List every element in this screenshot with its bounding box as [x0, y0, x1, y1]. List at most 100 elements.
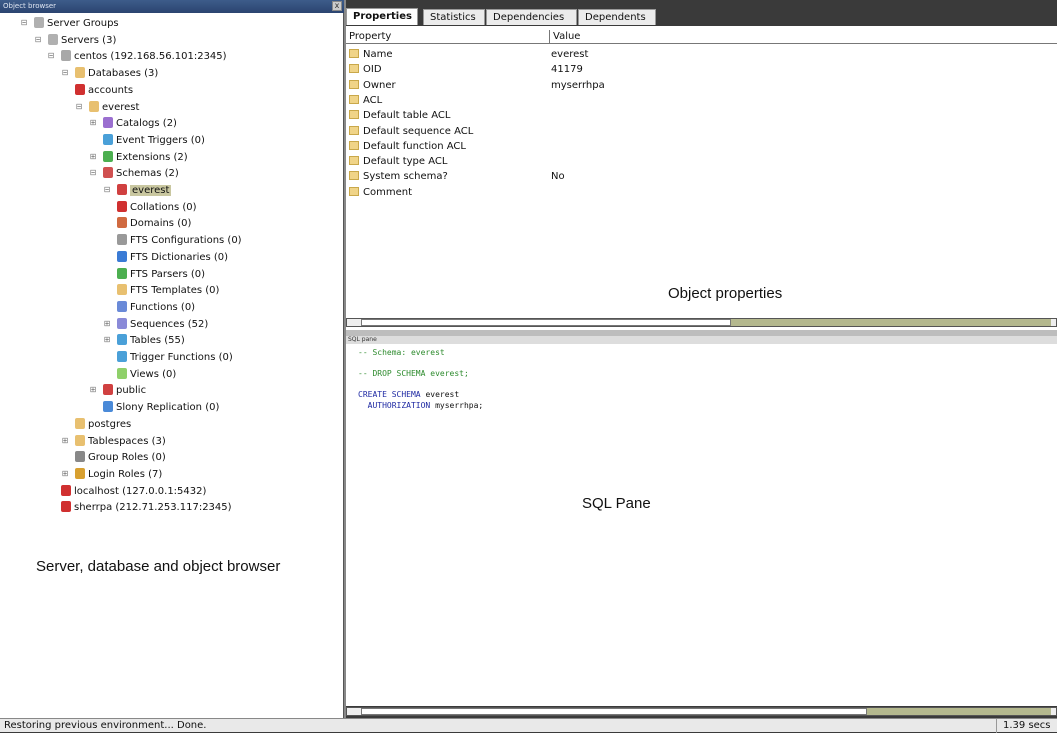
value-column-header[interactable]: Value	[550, 30, 1057, 44]
expand-icon[interactable]: ⊞	[103, 319, 111, 328]
property-name: Default sequence ACL	[349, 124, 473, 139]
properties-header: Property Value	[346, 30, 1057, 44]
property-row[interactable]: System schema? No	[346, 169, 1057, 184]
extensions-icon	[103, 150, 113, 162]
tree-node[interactable]: ⊞ Catalogs (2)	[89, 116, 177, 132]
tree-node[interactable]: ⊞ public	[89, 383, 146, 399]
expand-icon[interactable]: ⊞	[89, 119, 97, 127]
tree-node[interactable]: ⊟ Servers (3)	[34, 33, 116, 49]
tablespaces-icon	[75, 434, 85, 446]
tree-node[interactable]: Functions (0)	[117, 300, 195, 316]
schemas-icon	[103, 167, 113, 179]
tree-node-label: FTS Templates (0)	[130, 285, 220, 297]
property-row[interactable]: Owner myserrhpa	[346, 78, 1057, 93]
tree-node-label: Event Triggers (0)	[116, 134, 205, 146]
property-row[interactable]: OID 41179	[346, 62, 1057, 77]
tree-node[interactable]: FTS Dictionaries (0)	[117, 250, 228, 266]
tree-node[interactable]: accounts	[75, 83, 133, 99]
expand-icon[interactable]: ⊞	[89, 152, 97, 161]
tree-node[interactable]: Collations (0)	[117, 200, 197, 216]
collapse-icon[interactable]: ⊟	[34, 35, 42, 44]
servers-icon	[48, 33, 58, 45]
tree-node[interactable]: Domains (0)	[117, 216, 191, 232]
collapse-icon[interactable]: ⊟	[103, 186, 111, 194]
tree-node[interactable]: ⊟ Server Groups	[20, 16, 119, 32]
property-name-text: System schema?	[363, 171, 448, 183]
tree-node-label: Catalogs (2)	[116, 118, 177, 130]
expand-icon[interactable]: ⊞	[89, 386, 97, 394]
property-column-header[interactable]: Property	[346, 30, 550, 44]
tree-node[interactable]: localhost (127.0.0.1:5432)	[61, 484, 206, 500]
property-name-text: Default function ACL	[363, 140, 466, 152]
collapse-icon[interactable]: ⊟	[20, 19, 28, 27]
login-roles-icon	[75, 467, 85, 479]
tree-node-label: Trigger Functions (0)	[130, 352, 233, 363]
databases-icon	[75, 67, 85, 79]
sql-horizontal-scrollbar[interactable]	[346, 707, 1057, 716]
property-row[interactable]: Name everest	[346, 47, 1057, 62]
object-browser-title: Object browser x	[0, 0, 344, 13]
tab-dependencies[interactable]: Dependencies	[486, 9, 577, 25]
tree-node-label: postgres	[88, 418, 132, 430]
collapse-icon[interactable]: ⊟	[61, 69, 69, 77]
tree-node[interactable]: Slony Replication (0)	[103, 400, 219, 416]
status-text: Restoring previous environment... Done.	[4, 720, 207, 731]
expand-icon[interactable]: ⊞	[103, 336, 111, 344]
property-name: ACL	[349, 93, 382, 108]
tree-node[interactable]: Group Roles (0)	[75, 450, 166, 466]
property-row[interactable]: Default table ACL	[346, 108, 1057, 123]
collations-icon	[117, 200, 127, 212]
collapse-icon[interactable]: ⊟	[89, 169, 97, 177]
status-bar: Restoring previous environment... Done. …	[0, 718, 1057, 733]
sql-line: -- Schema: everest	[358, 348, 445, 358]
tree-node[interactable]: Trigger Functions (0)	[117, 350, 233, 366]
collapse-icon[interactable]: ⊟	[75, 102, 83, 111]
properties-horizontal-scrollbar[interactable]	[346, 318, 1057, 327]
sql-pane[interactable]: -- Schema: everest -- DROP SCHEMA everest…	[346, 344, 1057, 706]
tree-node[interactable]: ⊞ Login Roles (7)	[61, 467, 162, 483]
fts-templates-icon	[117, 284, 127, 296]
event-triggers-icon	[103, 133, 113, 145]
expand-icon[interactable]: ⊞	[61, 436, 69, 445]
tree-node-label: FTS Dictionaries (0)	[130, 251, 229, 263]
tree-node[interactable]: ⊟ everest	[75, 100, 139, 116]
tree-node[interactable]: FTS Parsers (0)	[117, 267, 205, 283]
property-name-text: ACL	[363, 94, 383, 106]
tree-node[interactable]: ⊟ everest	[103, 183, 172, 199]
tree-node[interactable]: ⊟ Databases (3)	[61, 66, 158, 82]
object-browser-title-text: Object browser	[3, 2, 57, 10]
tree-node[interactable]: ⊞ Sequences (52)	[103, 317, 208, 333]
sql-line: AUTHORIZATION myserrhpa;	[358, 401, 484, 411]
fts-dictionaries-icon	[117, 250, 127, 262]
properties-tab-bar: Properties Statistics Dependencies Depen…	[346, 8, 1057, 25]
sql-comment: -- Schema: everest	[358, 348, 445, 357]
property-icon	[349, 110, 359, 120]
property-value: myserrhpa	[551, 79, 605, 91]
expand-icon[interactable]: ⊞	[61, 469, 69, 478]
tree-node[interactable]: ⊟ centos (192.168.56.101:2345)	[47, 49, 227, 65]
property-icon	[349, 94, 359, 104]
close-icon[interactable]: x	[332, 1, 342, 11]
tree-node-label: Extensions (2)	[116, 151, 188, 163]
property-row[interactable]: Comment	[346, 185, 1057, 200]
tree-node[interactable]: ⊟ Schemas (2)	[89, 166, 179, 182]
tree-node[interactable]: ⊞ Tablespaces (3)	[61, 434, 166, 450]
collapse-icon[interactable]: ⊟	[47, 52, 55, 60]
tree-node[interactable]: ⊞ Tables (55)	[103, 333, 185, 349]
property-row[interactable]: ACL	[346, 93, 1057, 108]
property-row[interactable]: Default function ACL	[346, 139, 1057, 154]
tree-node[interactable]: ⊞ Extensions (2)	[89, 150, 188, 166]
sql-line: CREATE SCHEMA everest	[358, 390, 459, 400]
tree-node[interactable]: Views (0)	[117, 367, 176, 383]
tab-statistics[interactable]: Statistics	[423, 9, 485, 25]
tree-node[interactable]: Event Triggers (0)	[103, 133, 205, 149]
tab-dependents[interactable]: Dependents	[578, 9, 656, 25]
tree-node[interactable]: FTS Configurations (0)	[117, 233, 242, 249]
property-row[interactable]: Default type ACL	[346, 154, 1057, 169]
property-row[interactable]: Default sequence ACL	[346, 124, 1057, 139]
tree-node[interactable]: FTS Templates (0)	[117, 283, 219, 299]
property-name: OID	[349, 62, 382, 77]
tree-node[interactable]: postgres	[75, 417, 131, 433]
tree-node[interactable]: sherrpa (212.71.253.117:2345)	[61, 500, 232, 516]
tab-properties[interactable]: Properties	[346, 8, 418, 25]
